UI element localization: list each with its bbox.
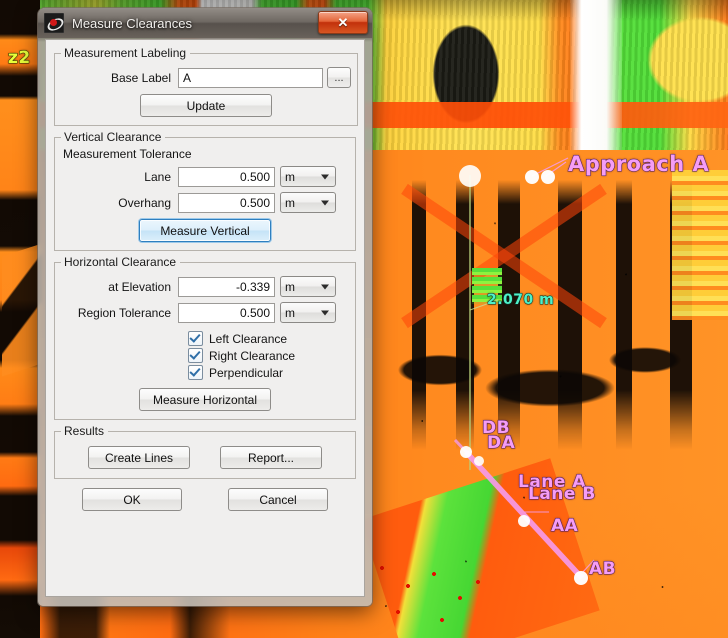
row-region-tolerance: Region Tolerance m: [61, 302, 349, 323]
elevation-unit-combobox[interactable]: m: [280, 276, 336, 297]
checkbox-row-1[interactable]: Right Clearance: [188, 348, 349, 363]
create-lines-button[interactable]: Create Lines: [88, 446, 190, 469]
cancel-button[interactable]: Cancel: [228, 488, 328, 511]
checkbox-row-2[interactable]: Perpendicular: [188, 365, 349, 380]
measure-horizontal-button[interactable]: Measure Horizontal: [139, 388, 271, 411]
group-measurement-labeling: Measurement Labeling Base Label ... Upda…: [54, 46, 358, 126]
measure-vertical-button[interactable]: Measure Vertical: [139, 219, 271, 242]
checkbox-perpendicular[interactable]: [188, 365, 203, 380]
base-label-caption: Base Label: [110, 70, 171, 85]
pointcloud-label-ab: AB: [588, 559, 617, 580]
checkbox-label-2: Perpendicular: [209, 365, 284, 380]
checkbox-left-clearance[interactable]: [188, 331, 203, 346]
base-label-input[interactable]: [178, 67, 323, 88]
clearance-checkbox-list: Left Clearance Right Clearance Perpendicul…: [188, 331, 349, 380]
row-measure-vertical: Measure Vertical: [61, 219, 349, 242]
row-overhang-tolerance: Overhang m: [61, 192, 349, 213]
dialog-titlebar[interactable]: Measure Clearances ✕: [38, 8, 372, 38]
overhang-tolerance-input[interactable]: [178, 192, 275, 213]
lane-tolerance-input[interactable]: [178, 166, 275, 187]
lane-unit-combobox[interactable]: m: [280, 166, 336, 187]
pointcloud-label-lane-b: Lane B: [528, 484, 596, 505]
row-update: Update: [61, 94, 351, 117]
ok-button[interactable]: OK: [82, 488, 182, 511]
region-tolerance-input[interactable]: [178, 302, 275, 323]
pointcloud-label-distance: 2.070 m: [486, 292, 555, 309]
screen: z2 Approach A 2.070 m DB DA Lane A Lane B AA AB …: [0, 0, 728, 638]
pointcloud-label-aa: AA: [550, 516, 579, 537]
measure-clearances-dialog[interactable]: Measure Clearances ✕ Measurement Labelin…: [38, 8, 372, 606]
overhang-unit-value: m: [285, 195, 295, 210]
at-elevation-input[interactable]: [178, 276, 275, 297]
chevron-down-icon: [321, 174, 329, 179]
pointcloud-label-approach-a: Approach A: [567, 152, 710, 177]
pointcloud-label-da: DA: [486, 433, 516, 454]
lane-unit-value: m: [285, 169, 295, 184]
close-icon: ✕: [337, 15, 349, 30]
checkbox-row-0[interactable]: Left Clearance: [188, 331, 349, 346]
chevron-down-icon: [321, 284, 329, 289]
at-elevation-caption: at Elevation: [108, 279, 171, 294]
checkbox-label-1: Right Clearance: [209, 348, 296, 363]
group-horizontal-clearance: Horizontal Clearance at Elevation m Regi…: [54, 255, 356, 420]
measurement-tolerance-subheading: Measurement Tolerance: [63, 147, 192, 161]
pointcloud-left-chevron: [2, 243, 42, 377]
group-legend-results: Results: [64, 424, 105, 438]
group-legend-horizontal-clearance: Horizontal Clearance: [64, 255, 177, 269]
checkbox-label-0: Left Clearance: [209, 331, 288, 346]
group-results: Results Create Lines Report...: [54, 424, 356, 479]
group-vertical-clearance: Vertical Clearance Measurement Tolerance…: [54, 130, 356, 251]
base-label-browse-button[interactable]: ...: [327, 67, 351, 88]
close-button[interactable]: ✕: [318, 11, 368, 34]
checkbox-right-clearance[interactable]: [188, 348, 203, 363]
row-measure-horizontal: Measure Horizontal: [61, 388, 349, 411]
overhang-unit-combobox[interactable]: m: [280, 192, 336, 213]
region-unit-combobox[interactable]: m: [280, 302, 336, 323]
lane-caption: Lane: [144, 169, 171, 184]
group-legend-vertical-clearance: Vertical Clearance: [64, 130, 162, 144]
overhang-caption: Overhang: [118, 195, 171, 210]
dialog-title: Measure Clearances: [72, 15, 192, 31]
row-results-buttons: Create Lines Report...: [61, 446, 349, 469]
dialog-client-area: Measurement Labeling Base Label ... Upda…: [45, 39, 365, 597]
update-button[interactable]: Update: [140, 94, 272, 117]
chevron-down-icon: [321, 200, 329, 205]
region-tolerance-caption: Region Tolerance: [77, 305, 171, 320]
app-swirl-icon: [44, 13, 64, 33]
report-button[interactable]: Report...: [220, 446, 322, 469]
dialog-footer: OK Cancel: [54, 488, 356, 511]
group-legend-measurement-labeling: Measurement Labeling: [64, 46, 187, 60]
pointcloud-label-z2: z2: [8, 48, 31, 69]
row-lane-tolerance: Lane m: [61, 166, 349, 187]
elevation-unit-value: m: [285, 279, 295, 294]
row-at-elevation: at Elevation m: [61, 276, 349, 297]
region-unit-value: m: [285, 305, 295, 320]
row-base-label: Base Label ...: [61, 67, 351, 88]
chevron-down-icon: [321, 310, 329, 315]
